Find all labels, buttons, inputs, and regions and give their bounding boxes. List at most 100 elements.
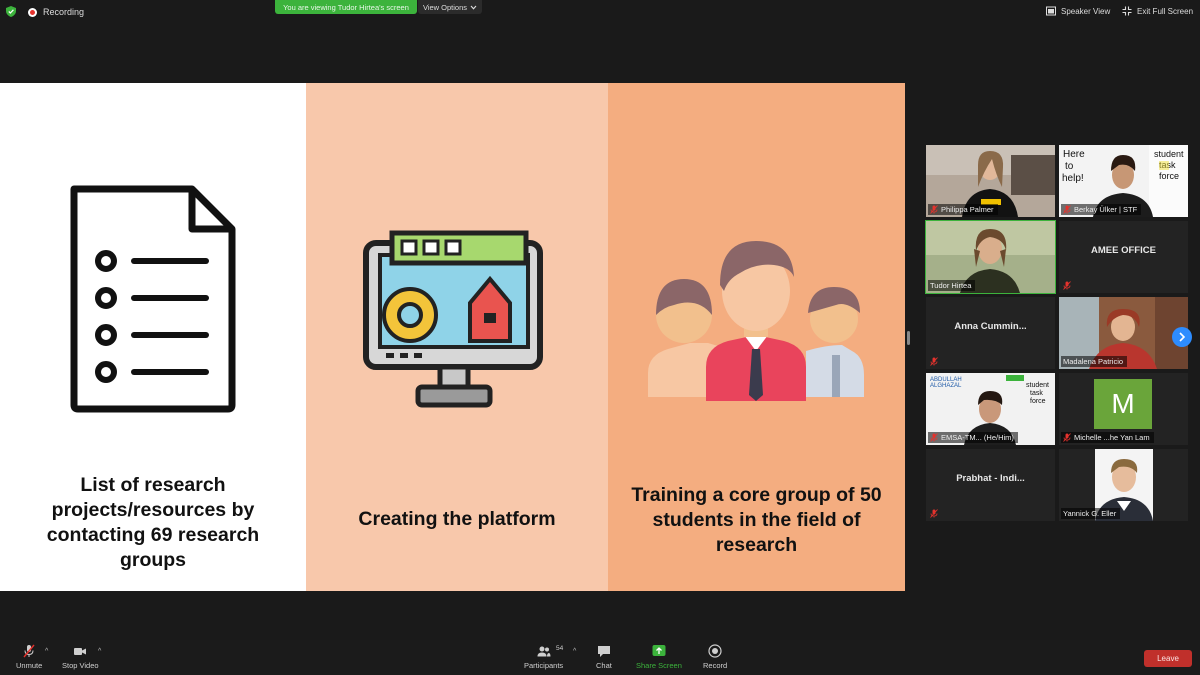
participant-tile[interactable]: Yannick G. Eller — [1059, 449, 1188, 521]
participants-label: Participants — [524, 661, 564, 670]
recording-indicator[interactable]: Recording — [28, 4, 84, 20]
slide-panel-training: Training a core group of 50 students in … — [608, 83, 905, 591]
record-label: Record — [703, 661, 728, 670]
stop-video-label: Stop Video — [62, 661, 99, 670]
unmute-button[interactable]: Unmute — [16, 644, 42, 670]
participant-gallery: Philippa Palmer Heretohelp! studenttaskf… — [925, 145, 1188, 521]
mic-muted-icon — [930, 433, 938, 442]
audio-options-caret-icon[interactable]: ^ — [45, 648, 48, 655]
stop-video-button[interactable]: Stop Video — [62, 644, 99, 670]
participant-tile[interactable]: Madalena Patricio — [1059, 297, 1188, 369]
participant-name-display: Anna Cummin... — [954, 321, 1027, 332]
svg-text:force: force — [1030, 398, 1046, 405]
panel-caption-platform: Creating the platform — [358, 508, 556, 530]
mic-muted-icon — [1063, 281, 1071, 290]
mic-muted-icon — [1063, 205, 1071, 214]
exit-full-screen-button[interactable]: Exit Full Screen — [1122, 3, 1193, 19]
participant-name: Madalena Patricio — [1063, 357, 1124, 366]
exit-full-screen-icon — [1122, 6, 1132, 16]
share-screen-icon — [652, 645, 666, 656]
unmute-label: Unmute — [16, 661, 43, 670]
speaker-view-button[interactable]: Speaker View — [1046, 3, 1110, 19]
participant-avatar: M — [1094, 379, 1152, 429]
svg-text:help!: help! — [1062, 173, 1084, 184]
shield-icon[interactable] — [6, 6, 16, 17]
participant-tile[interactable]: ABDULLAH ALGHAZAL student task force EMSA-T… — [926, 373, 1055, 445]
svg-text:to: to — [1065, 161, 1074, 172]
chevron-down-icon — [470, 5, 477, 10]
mic-muted-icon — [1063, 433, 1071, 442]
participant-label — [928, 356, 942, 367]
group-people-icon — [648, 241, 864, 401]
chat-button[interactable]: Chat — [596, 644, 612, 670]
svg-text:task: task — [1030, 390, 1043, 397]
speaker-view-label: Speaker View — [1061, 6, 1111, 16]
participant-tile[interactable]: M Michelle ...he Yan Lam — [1059, 373, 1188, 445]
participant-name-display: AMEE OFFICE — [1091, 245, 1156, 256]
record-icon — [708, 644, 722, 658]
meeting-toolbar: Unmute ^ Stop Video ^ Participants 54 ^ … — [0, 640, 1200, 675]
participant-tile[interactable]: Philippa Palmer — [926, 145, 1055, 217]
platform-monitor-icon — [363, 230, 543, 408]
speaker-view-icon — [1046, 6, 1056, 16]
mic-muted-icon — [930, 509, 938, 518]
participant-tile[interactable]: Heretohelp! studenttaskforce Berkay Ülke… — [1059, 145, 1188, 217]
svg-text:Here: Here — [1063, 149, 1085, 160]
participant-name-display: Prabhat - Indi... — [956, 473, 1025, 484]
participant-label: Michelle ...he Yan Lam — [1061, 432, 1154, 443]
document-list-icon — [70, 185, 236, 413]
participant-label: EMSA-TM... (He/Him) — [928, 432, 1018, 443]
participant-name: Yannick G. Eller — [1063, 509, 1117, 518]
view-options-label: View Options — [422, 2, 468, 12]
resize-handle[interactable] — [907, 331, 910, 345]
participant-name: Tudor Hirtea — [930, 281, 972, 290]
chat-icon — [597, 646, 610, 657]
view-options-button[interactable]: View Options — [418, 0, 482, 14]
mic-muted-icon — [930, 357, 938, 366]
participant-label: Madalena Patricio — [1061, 356, 1128, 367]
top-bar: Recording You are viewing Tudor Hirtea's… — [0, 0, 1200, 24]
slide-panel-research-list: List of research projects/resources by c… — [0, 83, 306, 591]
leave-button[interactable]: Leave — [1144, 650, 1192, 667]
recording-label: Recording — [43, 7, 85, 17]
chat-label: Chat — [596, 661, 612, 670]
recording-icon — [28, 7, 37, 17]
video-camera-icon — [74, 648, 87, 655]
exit-full-screen-label: Exit Full Screen — [1137, 6, 1194, 16]
participant-name: Michelle ...he Yan Lam — [1074, 433, 1150, 442]
svg-text:ALGHAZAL: ALGHAZAL — [930, 383, 962, 389]
mic-muted-icon — [930, 205, 938, 214]
participant-label — [1061, 280, 1075, 291]
share-screen-label: Share Screen — [636, 661, 682, 670]
participants-icon — [537, 646, 551, 657]
participant-label: Tudor Hirtea — [928, 280, 976, 291]
gallery-next-page-button[interactable] — [1172, 327, 1192, 347]
record-button[interactable]: Record — [703, 644, 727, 670]
participant-label: Berkay Ülker | STF — [1061, 204, 1142, 215]
participant-tile-active-speaker[interactable]: Tudor Hirtea — [925, 220, 1056, 294]
video-options-caret-icon[interactable]: ^ — [98, 648, 101, 655]
participant-name: EMSA-TM... (He/Him) — [941, 433, 1014, 442]
svg-text:force: force — [1159, 171, 1179, 181]
panel-caption-training: Training a core group of 50 students in … — [631, 484, 882, 556]
participant-name: Berkay Ülker | STF — [1074, 205, 1138, 214]
participants-count: 54 — [556, 645, 564, 652]
participant-label — [928, 508, 942, 519]
participant-tile[interactable]: Anna Cummin... — [926, 297, 1055, 369]
participant-label: Yannick G. Eller — [1061, 508, 1121, 519]
mic-muted-icon — [23, 644, 35, 658]
viewing-screen-banner: You are viewing Tudor Hirtea's screen — [275, 0, 417, 14]
participant-name: Philippa Palmer — [941, 205, 994, 214]
panel-caption-research-list: List of research projects/resources by c… — [46, 474, 260, 571]
participant-tile[interactable]: Prabhat - Indi... — [926, 449, 1055, 521]
participant-label: Philippa Palmer — [928, 204, 998, 215]
participants-options-caret-icon[interactable]: ^ — [573, 648, 576, 655]
zoom-meeting-window: Recording You are viewing Tudor Hirtea's… — [0, 0, 1200, 675]
participant-tile[interactable]: AMEE OFFICE — [1059, 221, 1188, 293]
slide-panel-platform: Creating the platform — [306, 83, 608, 591]
share-screen-button[interactable]: Share Screen — [636, 644, 682, 670]
shared-screen-slide: List of research projects/resources by c… — [0, 83, 905, 591]
svg-text:student: student — [1026, 382, 1049, 389]
svg-text:student: student — [1154, 149, 1184, 159]
chevron-right-icon — [1179, 332, 1186, 342]
